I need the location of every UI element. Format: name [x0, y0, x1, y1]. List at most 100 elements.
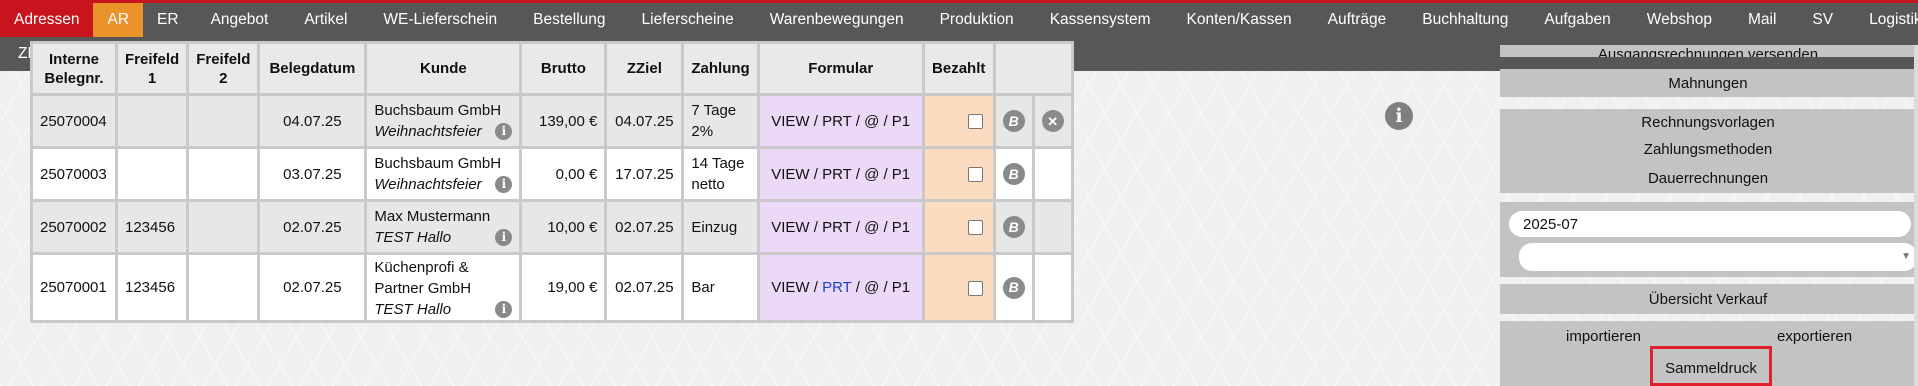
kunde-cell[interactable]: Buchsbaum GmbH Weihnachtsfeier i	[364, 146, 523, 202]
nav-item-aufgaben[interactable]: Aufgaben	[1526, 3, 1628, 37]
col-belegnr-header[interactable]: Interne Belegnr.	[30, 41, 118, 96]
action-b-cell: B	[992, 252, 1035, 323]
rechnungsvorlagen-button[interactable]: Rechnungsvorlagen	[1500, 109, 1916, 135]
table-row[interactable]: 25070001 123456 02.07.25 Küchenprofi & Part…	[30, 252, 1074, 323]
chevron-down-icon: ▼	[1901, 251, 1911, 262]
nav-item-produktion[interactable]: Produktion	[922, 3, 1032, 37]
sammeldruck-button[interactable]: Sammeldruck	[1653, 357, 1769, 379]
col-freifeld2-header[interactable]: Freifeld 2	[186, 41, 261, 96]
bezahlt-checkbox[interactable]	[967, 220, 983, 236]
formular-rest[interactable]: / @ / P1	[852, 166, 910, 183]
filter-select[interactable]: ▼	[1519, 243, 1917, 271]
nav-item-kassensystem[interactable]: Kassensystem	[1032, 3, 1169, 37]
importieren-link[interactable]: importieren	[1566, 328, 1641, 345]
nav-item-artikel[interactable]: Artikel	[286, 3, 365, 37]
nav-item-mail[interactable]: Mail	[1730, 3, 1794, 37]
col-zahlung-header[interactable]: Zahlung	[681, 41, 760, 96]
freifeld2-cell	[186, 93, 261, 149]
nav-item-konten-kassen[interactable]: Konten/Kassen	[1168, 3, 1309, 37]
belegdatum-cell: 04.07.25	[257, 93, 368, 149]
exportieren-link[interactable]: exportieren	[1777, 328, 1852, 345]
kunde-cell[interactable]: Buchsbaum GmbH Weihnachtsfeier i	[364, 93, 523, 149]
delete-icon[interactable]: ✕	[1041, 110, 1064, 132]
freifeld2-cell	[186, 199, 261, 255]
prt-link[interactable]: PRT	[822, 279, 851, 296]
action-delete-cell	[1031, 146, 1074, 202]
kunde-projekt: Weihnachtsfeier	[374, 176, 482, 193]
kunde-projekt: TEST Hallo	[374, 229, 452, 246]
ausgangsrechnungen-versenden-label: Ausgangsrechnungen versenden	[1597, 46, 1819, 57]
nav-item-webshop[interactable]: Webshop	[1629, 3, 1730, 37]
scrollbar[interactable]	[1914, 45, 1918, 386]
bezahlt-checkbox[interactable]	[967, 114, 983, 130]
dauerrechnungen-button[interactable]: Dauerrechnungen	[1500, 163, 1916, 193]
b-icon[interactable]: B	[1002, 216, 1025, 238]
invoice-table: Interne Belegnr. Freifeld 1 Freifeld 2 B…	[30, 41, 1074, 323]
col-brutto-header[interactable]: Brutto	[519, 41, 608, 96]
nav-item-er[interactable]: ER	[143, 3, 193, 37]
nav-item-lieferscheine[interactable]: Lieferscheine	[624, 3, 752, 37]
ausgangsrechnungen-versenden-button[interactable]: Ausgangsrechnungen versenden	[1500, 45, 1916, 57]
col-formular-header[interactable]: Formular	[756, 41, 925, 96]
bezahlt-cell	[921, 199, 996, 255]
col-freifeld1-header[interactable]: Freifeld 1	[114, 41, 190, 96]
b-icon[interactable]: B	[1002, 163, 1025, 185]
nav-item-adressen[interactable]: Adressen	[0, 3, 94, 37]
uebersicht-verkauf-button[interactable]: Übersicht Verkauf	[1500, 284, 1916, 314]
zziel-cell: 02.07.25	[604, 252, 685, 323]
belegnr-cell[interactable]: 25070004	[30, 93, 118, 149]
action-b-cell: B	[992, 146, 1035, 202]
col-kunde-header[interactable]: Kunde	[364, 41, 523, 96]
bezahlt-checkbox[interactable]	[967, 167, 983, 183]
col-actions-header	[992, 41, 1074, 96]
table-row[interactable]: 25070002 123456 02.07.25 Max Mustermann TEST…	[30, 199, 1074, 255]
nav-item-buchhaltung[interactable]: Buchhaltung	[1404, 3, 1526, 37]
view-link[interactable]: VIEW	[771, 219, 809, 236]
prt-link[interactable]: PRT	[822, 166, 851, 183]
nav-item-we-lieferschein[interactable]: WE-Lieferschein	[365, 3, 515, 37]
brutto-cell: 19,00 €	[519, 252, 608, 323]
zziel-cell: 02.07.25	[604, 199, 685, 255]
zahlung-cell: Einzug	[681, 199, 760, 255]
belegnr-cell[interactable]: 25070003	[30, 146, 118, 202]
action-b-cell: B	[992, 93, 1035, 149]
info-icon[interactable]: i	[495, 301, 513, 318]
col-zziel-header[interactable]: ZZiel	[604, 41, 685, 96]
prt-link[interactable]: PRT	[822, 113, 851, 130]
zahlungsmethoden-button[interactable]: Zahlungsmethoden	[1500, 135, 1916, 163]
nav-item-bestellung[interactable]: Bestellung	[515, 3, 623, 37]
view-link[interactable]: VIEW	[771, 279, 809, 296]
kunde-cell[interactable]: Küchenprofi & Partner GmbH TEST Hallo i	[364, 252, 523, 323]
info-icon[interactable]: i	[1385, 102, 1413, 130]
view-link[interactable]: VIEW	[771, 166, 809, 183]
col-bezahlt-header[interactable]: Bezahlt	[921, 41, 996, 96]
formular-rest[interactable]: / @ / P1	[852, 113, 910, 130]
nav-item-sv[interactable]: SV	[1794, 3, 1851, 37]
bezahlt-checkbox[interactable]	[967, 280, 983, 296]
formular-rest[interactable]: / @ / P1	[852, 279, 910, 296]
info-icon[interactable]: i	[495, 176, 513, 193]
col-belegdatum-header[interactable]: Belegdatum	[257, 41, 368, 96]
table-row[interactable]: 25070004 04.07.25 Buchsbaum GmbH Weihnachts…	[30, 93, 1074, 149]
table-row[interactable]: 25070003 03.07.25 Buchsbaum GmbH Weihnachts…	[30, 146, 1074, 202]
formular-rest[interactable]: / @ / P1	[852, 219, 910, 236]
b-icon[interactable]: B	[1002, 276, 1025, 299]
nav-item-logistik[interactable]: Logistik	[1851, 3, 1918, 37]
belegnr-cell[interactable]: 25070002	[30, 199, 118, 255]
month-input[interactable]: 2025-07	[1509, 211, 1911, 237]
nav-item-ar[interactable]: AR	[93, 3, 144, 37]
info-icon[interactable]: i	[495, 123, 513, 140]
mahnungen-button[interactable]: Mahnungen	[1500, 69, 1916, 97]
nav-item-angebot[interactable]: Angebot	[193, 3, 287, 37]
nav-item-warenbewegungen[interactable]: Warenbewegungen	[752, 3, 922, 37]
b-icon[interactable]: B	[1002, 110, 1025, 132]
kunde-name: Buchsbaum GmbH	[374, 155, 502, 172]
info-icon[interactable]: i	[495, 229, 513, 246]
nav-item-aufträge[interactable]: Aufträge	[1310, 3, 1405, 37]
kunde-projekt-row: TEST Hallo i	[374, 299, 513, 320]
prt-link[interactable]: PRT	[822, 219, 851, 236]
kunde-cell[interactable]: Max Mustermann TEST Hallo i	[364, 199, 523, 255]
view-link[interactable]: VIEW	[771, 113, 809, 130]
kunde-projekt: TEST Hallo	[374, 301, 452, 318]
belegnr-cell[interactable]: 25070001	[30, 252, 118, 323]
